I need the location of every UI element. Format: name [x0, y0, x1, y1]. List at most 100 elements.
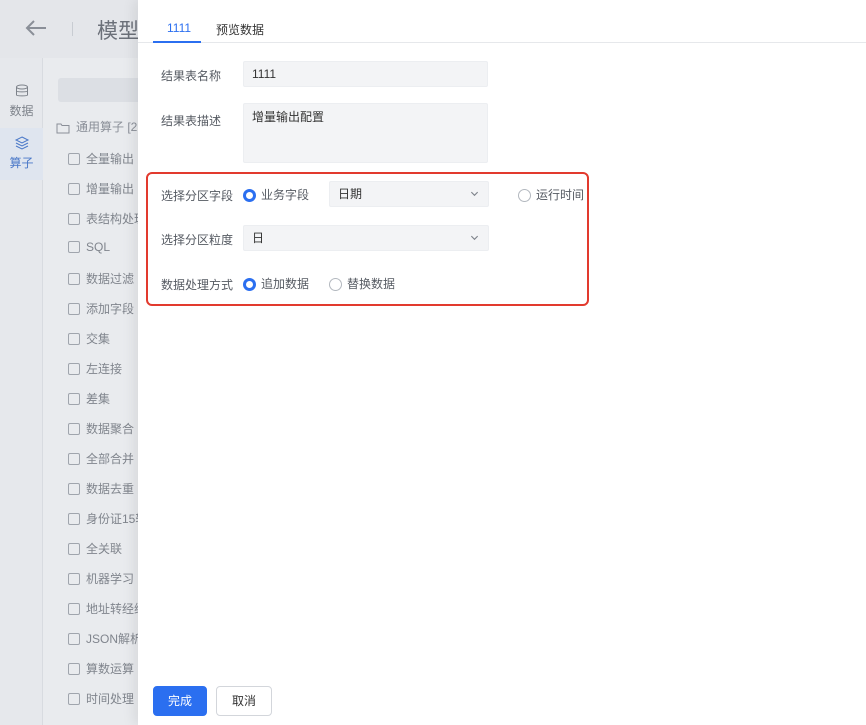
operator-icon — [68, 213, 80, 225]
operator-item[interactable]: 全关联 — [68, 540, 122, 556]
radio-label: 替换数据 — [347, 277, 396, 291]
operator-item[interactable]: 表结构处理 — [68, 210, 146, 226]
operator-label: 差集 — [86, 392, 111, 406]
page-title: 模型 — [97, 20, 139, 43]
radio-label: 追加数据 — [261, 277, 310, 291]
radio-unchecked-icon — [329, 278, 342, 291]
back-arrow-icon[interactable] — [22, 14, 50, 42]
operator-item[interactable]: 机器学习 — [68, 570, 134, 586]
radio-label: 业务字段 — [261, 188, 310, 202]
result-table-desc-label: 结果表描述 — [161, 114, 222, 128]
operator-label: 机器学习 — [86, 572, 135, 586]
operator-icon — [68, 603, 80, 615]
operator-icon — [68, 663, 80, 675]
radio-run-time[interactable]: 运行时间 — [518, 186, 584, 203]
operator-icon — [68, 453, 80, 465]
operator-icon — [68, 183, 80, 195]
rail-item-data[interactable]: 数据 — [0, 76, 43, 128]
operator-icon — [68, 513, 80, 525]
rail-item-label: 数据 — [9, 104, 34, 118]
radio-label: 运行时间 — [536, 188, 585, 202]
operator-icon — [68, 241, 80, 253]
operator-group-header[interactable]: 通用算子 [2 — [56, 118, 137, 134]
operator-item[interactable]: 身份证15转 — [68, 510, 147, 526]
operator-item[interactable]: 数据过滤 — [68, 270, 134, 286]
operator-item[interactable]: 交集 — [68, 330, 110, 346]
operator-label: JSON解析 — [86, 632, 143, 646]
operator-label: 左连接 — [86, 362, 123, 376]
partition-field-label: 选择分区字段 — [161, 189, 234, 203]
operator-label: 数据去重 — [86, 482, 135, 496]
operator-item[interactable]: 地址转经纬 — [68, 600, 146, 616]
select-value: 日期 — [338, 187, 363, 201]
operator-search-input[interactable] — [58, 78, 148, 102]
operator-label: 地址转经纬 — [86, 602, 147, 616]
radio-unchecked-icon — [518, 189, 531, 202]
operator-item[interactable]: 数据聚合 — [68, 420, 134, 436]
operator-item[interactable]: 差集 — [68, 390, 110, 406]
tab-preview-data[interactable]: 预览数据 — [216, 21, 264, 38]
operator-icon — [68, 573, 80, 585]
operator-label: SQL — [86, 240, 111, 254]
result-table-desc-textarea[interactable]: 增量输出配置 — [243, 103, 488, 163]
operator-item[interactable]: 全量输出 — [68, 150, 134, 166]
operator-icon — [68, 423, 80, 435]
header-divider — [72, 22, 73, 36]
confirm-button[interactable]: 完成 — [153, 686, 207, 716]
radio-business-field[interactable]: 业务字段 — [243, 186, 309, 203]
operator-label: 时间处理 — [86, 692, 135, 706]
active-tab-indicator — [153, 41, 201, 43]
operator-group-label: 通用算子 [2 — [76, 120, 138, 134]
result-table-name-label: 结果表名称 — [161, 69, 222, 83]
operator-icon — [68, 693, 80, 705]
operator-label: 算数运算 — [86, 662, 135, 676]
partition-granularity-select[interactable]: 日 — [243, 225, 489, 251]
tab-config[interactable]: 1111 — [167, 21, 191, 35]
radio-checked-icon — [243, 189, 256, 202]
operator-icon — [68, 543, 80, 555]
radio-checked-icon — [243, 278, 256, 291]
operator-item[interactable]: 时间处理 — [68, 690, 134, 706]
operator-icon — [68, 273, 80, 285]
operator-label: 全关联 — [86, 542, 123, 556]
rail-item-label: 算子 — [9, 156, 34, 170]
operator-item[interactable]: 左连接 — [68, 360, 122, 376]
chevron-down-icon — [470, 235, 479, 241]
layers-icon — [14, 136, 29, 150]
partition-field-select[interactable]: 日期 — [329, 181, 489, 207]
partition-granularity-label: 选择分区粒度 — [161, 233, 234, 247]
operator-item[interactable]: JSON解析 — [68, 630, 142, 646]
operator-item[interactable]: 增量输出 — [68, 180, 134, 196]
operator-icon — [68, 333, 80, 345]
database-icon — [15, 84, 28, 97]
processing-mode-label: 数据处理方式 — [161, 278, 234, 292]
operator-item[interactable]: 全部合并 — [68, 450, 134, 466]
operator-label: 表结构处理 — [86, 212, 147, 226]
rail-item-operators[interactable]: 算子 — [0, 128, 43, 180]
operator-icon — [68, 633, 80, 645]
operator-label: 全部合并 — [86, 452, 135, 466]
radio-replace-data[interactable]: 替换数据 — [329, 275, 395, 292]
chevron-down-icon — [470, 191, 479, 197]
operator-item[interactable]: SQL — [68, 240, 110, 256]
operator-label: 添加字段 — [86, 302, 135, 316]
operator-item[interactable]: 算数运算 — [68, 660, 134, 676]
radio-append-data[interactable]: 追加数据 — [243, 275, 309, 292]
operator-item[interactable]: 数据去重 — [68, 480, 134, 496]
operator-icon — [68, 363, 80, 375]
operator-label: 全量输出 — [86, 152, 135, 166]
operator-item[interactable]: 添加字段 — [68, 300, 134, 316]
config-drawer: 1111 预览数据 结果表名称 1111 结果表描述 增量输出配置 选择分区字段… — [138, 0, 866, 725]
operator-icon — [68, 153, 80, 165]
operator-icon — [68, 303, 80, 315]
operator-label: 数据过滤 — [86, 272, 135, 286]
folder-icon — [56, 123, 70, 134]
operator-icon — [68, 483, 80, 495]
drawer-tabs: 1111 预览数据 — [138, 0, 866, 43]
operator-label: 增量输出 — [86, 182, 135, 196]
result-table-name-input[interactable]: 1111 — [243, 61, 488, 87]
drawer-footer: 完成 取消 — [138, 686, 866, 725]
operator-icon — [68, 393, 80, 405]
cancel-button[interactable]: 取消 — [216, 686, 272, 716]
operator-label: 数据聚合 — [86, 422, 135, 436]
